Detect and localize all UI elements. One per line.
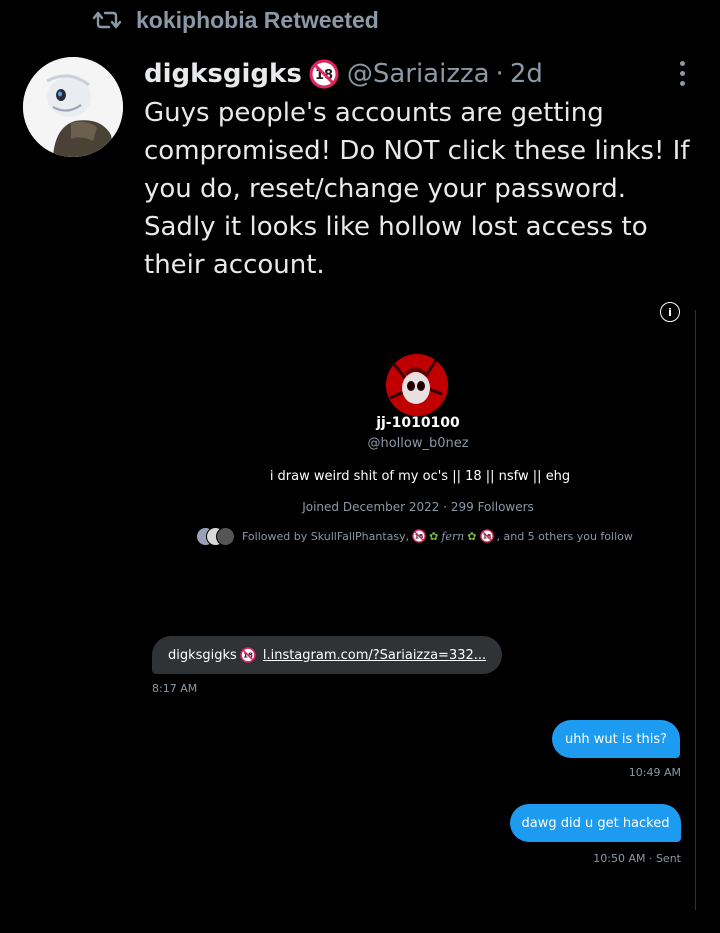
tweet-header: digksgigks 18 @Sariaizza · 2d (144, 56, 543, 92)
sprout-icon: ✿ (467, 529, 477, 543)
followed-by-row: Followed by SkullFallPhantasy, 18 ✿ fern… (196, 526, 656, 546)
retweet-indicator: kokiphobia Retweeted (92, 6, 379, 34)
no-under-18-badge-icon: 18 (309, 59, 339, 89)
no-under-18-badge-icon: 18 (240, 647, 256, 663)
followed-by-prefix: Followed by SkullFallPhantasy, (242, 529, 410, 543)
sprout-icon: ✿ (429, 529, 439, 543)
author-name[interactable]: digksgigks (144, 59, 302, 89)
sent-message-bubble: uhh wut is this? (552, 720, 680, 758)
no-under-18-badge-icon: 18 (412, 529, 426, 543)
profile-handle: @hollow_b0nez (367, 436, 469, 451)
sent-message-bubble: dawg did u get hacked (510, 804, 681, 842)
message-timestamp: 8:17 AM (152, 682, 198, 695)
tweet-text: Guys people's accounts are getting compr… (144, 98, 690, 280)
profile-avatar (386, 354, 448, 416)
followed-by-name2: fern (441, 529, 465, 543)
author-handle[interactable]: @Sariaizza (347, 59, 490, 89)
media-border (695, 310, 696, 910)
more-options-icon[interactable] (668, 58, 696, 88)
profile-joined: Joined December 2022 · 299 Followers (302, 500, 534, 514)
followed-by-suffix: , and 5 others you follow (496, 529, 633, 543)
received-message-bubble: digksgigks 18 l.instagram.com/?Sariaizza… (152, 636, 503, 674)
profile-name: jj-1010100 (376, 415, 460, 431)
info-icon[interactable]: i (660, 302, 680, 322)
author-avatar[interactable] (23, 57, 123, 157)
message-sender: digksgigks (168, 647, 237, 663)
no-under-18-badge-icon: 18 (479, 529, 494, 543)
profile-bio: i draw weird shit of my oc's || 18 || ns… (269, 469, 571, 484)
retweet-icon (92, 11, 122, 29)
retweet-label[interactable]: kokiphobia Retweeted (136, 7, 379, 34)
message-link: l.instagram.com/?Sariaizza=332... (262, 647, 487, 663)
separator-dot: · (495, 59, 504, 89)
follower-avatars (196, 527, 235, 546)
tweet-timestamp[interactable]: 2d (510, 59, 543, 89)
message-timestamp: 10:49 AM (628, 766, 681, 779)
message-timestamp: 10:50 AM · Sent (593, 852, 681, 865)
